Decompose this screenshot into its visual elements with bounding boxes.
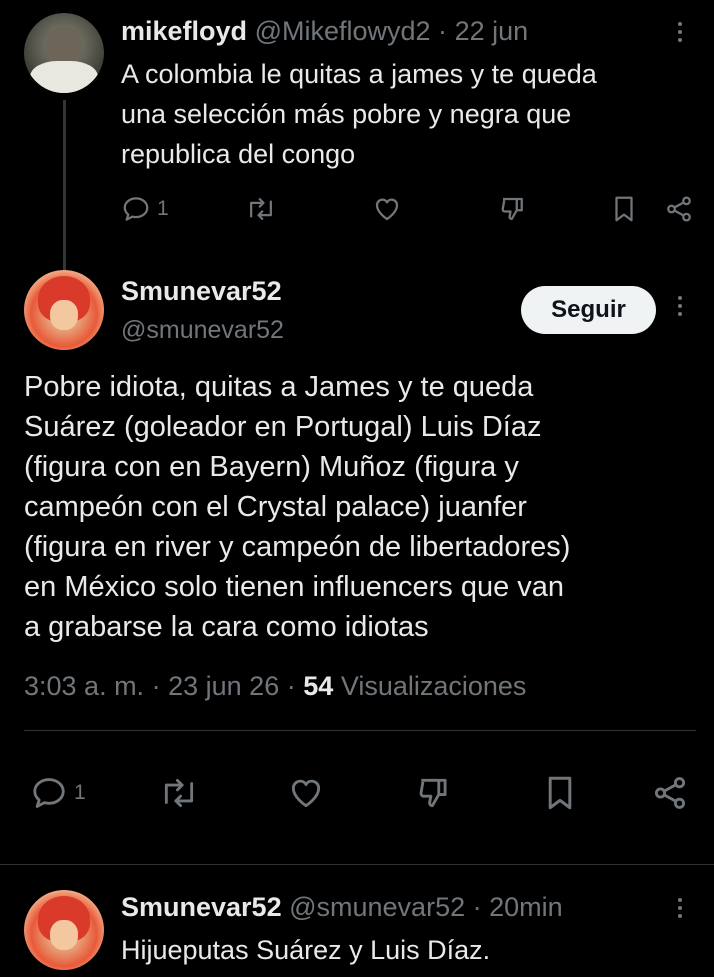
text-line: campeón con el Crystal palace) juanfer: [24, 491, 527, 523]
display-name[interactable]: Smunevar52: [121, 892, 282, 922]
more-options-icon[interactable]: [670, 22, 690, 42]
reply-count: 1: [157, 197, 169, 220]
heart-icon: [375, 198, 399, 221]
more-options-icon[interactable]: [670, 296, 690, 316]
retweet-icon: [250, 198, 272, 220]
like-button[interactable]: [286, 774, 326, 812]
like-button[interactable]: [372, 194, 402, 224]
share-button[interactable]: [664, 194, 694, 224]
heart-icon: [291, 779, 321, 808]
text-line: republica del congo: [121, 139, 356, 169]
parent-tweet-header: mikefloyd @Mikeflowyd2 · 22 jun: [121, 16, 528, 47]
display-name[interactable]: mikefloyd: [121, 16, 247, 46]
separator-dot: ·: [438, 16, 448, 46]
avatar-shirt: [30, 61, 98, 93]
reply-button[interactable]: 1: [121, 194, 169, 224]
follow-button[interactable]: Seguir: [521, 286, 656, 334]
text-line: en México solo tienen influencers que va…: [24, 571, 565, 603]
separator-dot: ·: [472, 892, 482, 922]
child-tweet-header: Smunevar52 @smunevar52 · 20min: [121, 892, 563, 923]
text-line: A colombia le quitas a james y te queda: [121, 59, 597, 89]
tweet-time[interactable]: 3:03 a. m.: [24, 671, 144, 701]
reply-icon: [123, 197, 149, 221]
retweet-icon: [164, 778, 194, 808]
handle[interactable]: @smunevar52: [289, 892, 465, 922]
dislike-button[interactable]: [414, 774, 454, 812]
text-line: (figura en river y campeón de libertador…: [24, 531, 571, 563]
text-line: Suárez (goleador en Portugal) Luis Díaz: [24, 411, 542, 443]
bookmark-button[interactable]: [610, 194, 638, 224]
text-line: (figura con en Bayern) Muñoz (figura y: [24, 451, 519, 483]
bookmark-icon: [548, 776, 572, 810]
avatar-smunevar52[interactable]: [24, 890, 104, 970]
parent-tweet-text: A colombia le quitas a james y te queda …: [121, 54, 681, 174]
text-line: Pobre idiota, quitas a James y te queda: [24, 371, 534, 403]
reply-count: 1: [74, 781, 86, 804]
tweet-time[interactable]: 20min: [489, 892, 563, 922]
reply-button[interactable]: 1: [30, 774, 86, 812]
thumbs-down-icon: [501, 197, 523, 221]
share-icon: [667, 196, 691, 222]
retweet-button[interactable]: [158, 774, 200, 812]
thread-connector-line: [63, 100, 66, 270]
views-count[interactable]: 54: [303, 671, 333, 701]
text-line: una selección más pobre y negra que: [121, 99, 572, 129]
avatar-face: [50, 300, 78, 330]
share-icon: [654, 777, 686, 809]
child-tweet-text: Hijueputas Suárez y Luis Díaz.: [121, 935, 491, 965]
thumbs-down-icon: [419, 778, 447, 808]
share-button[interactable]: [650, 774, 690, 812]
retweet-button[interactable]: [245, 194, 277, 224]
avatar-smunevar52[interactable]: [24, 270, 104, 350]
tweet-metadata: 3:03 a. m. · 23 jun 26 · 54 Visualizacio…: [24, 671, 526, 702]
reply-icon: [33, 778, 65, 808]
bookmark-icon: [615, 196, 633, 222]
more-options-icon[interactable]: [670, 898, 690, 918]
tweet-time[interactable]: 22 jun: [455, 16, 529, 46]
divider: [0, 864, 714, 865]
divider: [24, 730, 696, 731]
bookmark-button[interactable]: [542, 772, 578, 814]
separator-dot: ·: [151, 671, 161, 701]
separator-dot: ·: [286, 671, 296, 701]
tweet-date[interactable]: 23 jun 26: [168, 671, 279, 701]
views-label[interactable]: Visualizaciones: [341, 671, 527, 701]
handle[interactable]: @smunevar52: [121, 316, 284, 345]
dislike-button[interactable]: [498, 194, 528, 224]
avatar-mikefloyd[interactable]: [24, 13, 104, 93]
display-name[interactable]: Smunevar52: [121, 276, 282, 307]
main-tweet-text: Pobre idiota, quitas a James y te queda …: [24, 367, 694, 647]
handle[interactable]: @Mikeflowyd2: [255, 16, 431, 46]
avatar-face: [50, 920, 78, 950]
text-line: a grabarse la cara como idiotas: [24, 611, 429, 643]
